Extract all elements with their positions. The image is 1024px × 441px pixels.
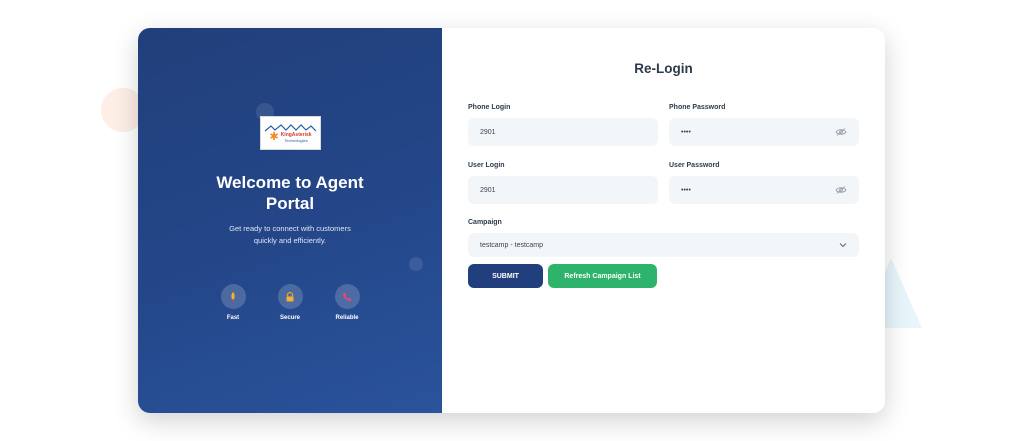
campaign-selected-value: testcamp - testcamp xyxy=(480,241,544,249)
welcome-subtitle-line: quickly and efficiently. xyxy=(253,236,327,245)
feature-label: Reliable xyxy=(335,315,359,321)
logo-subtext: Technologies xyxy=(284,137,308,143)
refresh-campaign-list-button[interactable]: Refresh Campaign List xyxy=(548,264,657,288)
welcome-subtitle-line: Get ready to connect with customers xyxy=(229,224,351,233)
campaign-label: Campaign xyxy=(468,219,502,226)
rocket-icon xyxy=(220,284,246,309)
phone-login-label: Phone Login xyxy=(468,104,511,111)
phone-password-label: Phone Password xyxy=(669,104,726,111)
user-password-value: •••• xyxy=(681,186,691,194)
login-card: ✱ KingAsterisk Technologies Welcome to A… xyxy=(138,28,885,413)
welcome-subtitle: Get ready to connect with customers quic… xyxy=(138,223,442,247)
phone-login-input[interactable]: 2901 xyxy=(468,118,658,146)
user-login-value: 2901 xyxy=(480,186,496,194)
submit-button[interactable]: SUBMIT xyxy=(468,264,543,288)
toggle-visibility-eye-icon[interactable] xyxy=(835,186,847,194)
feature-fast: Fast xyxy=(203,284,263,321)
decorative-bubble xyxy=(409,257,423,271)
form-title: Re-Login xyxy=(634,61,693,76)
chevron-down-icon xyxy=(839,243,847,248)
phone-password-input[interactable]: •••• xyxy=(669,118,859,146)
user-login-label: User Login xyxy=(468,162,505,169)
phone-login-value: 2901 xyxy=(480,128,496,136)
asterisk-logo-icon: ✱ xyxy=(269,131,279,143)
user-password-label: User Password xyxy=(669,162,720,169)
welcome-title-line: Welcome to Agent xyxy=(216,173,364,192)
company-logo: ✱ KingAsterisk Technologies xyxy=(260,116,321,150)
relogin-form-panel: Re-Login Phone Login 2901 Phone Password… xyxy=(442,28,885,413)
feature-reliable: Reliable xyxy=(317,284,377,321)
user-login-input[interactable]: 2901 xyxy=(468,176,658,204)
lock-icon xyxy=(277,284,303,309)
welcome-panel: ✱ KingAsterisk Technologies Welcome to A… xyxy=(138,28,442,413)
user-password-input[interactable]: •••• xyxy=(669,176,859,204)
phone-icon xyxy=(334,284,360,309)
welcome-title-line: Portal xyxy=(265,194,315,213)
feature-label: Fast xyxy=(226,315,240,321)
campaign-select[interactable]: testcamp - testcamp xyxy=(468,233,859,257)
phone-password-value: •••• xyxy=(681,128,691,136)
toggle-visibility-eye-icon[interactable] xyxy=(835,128,847,136)
welcome-title: Welcome to Agent Portal xyxy=(138,172,442,214)
feature-label: Secure xyxy=(279,315,300,321)
logo-text: KingAsterisk xyxy=(280,131,312,138)
feature-secure: Secure xyxy=(260,284,320,321)
